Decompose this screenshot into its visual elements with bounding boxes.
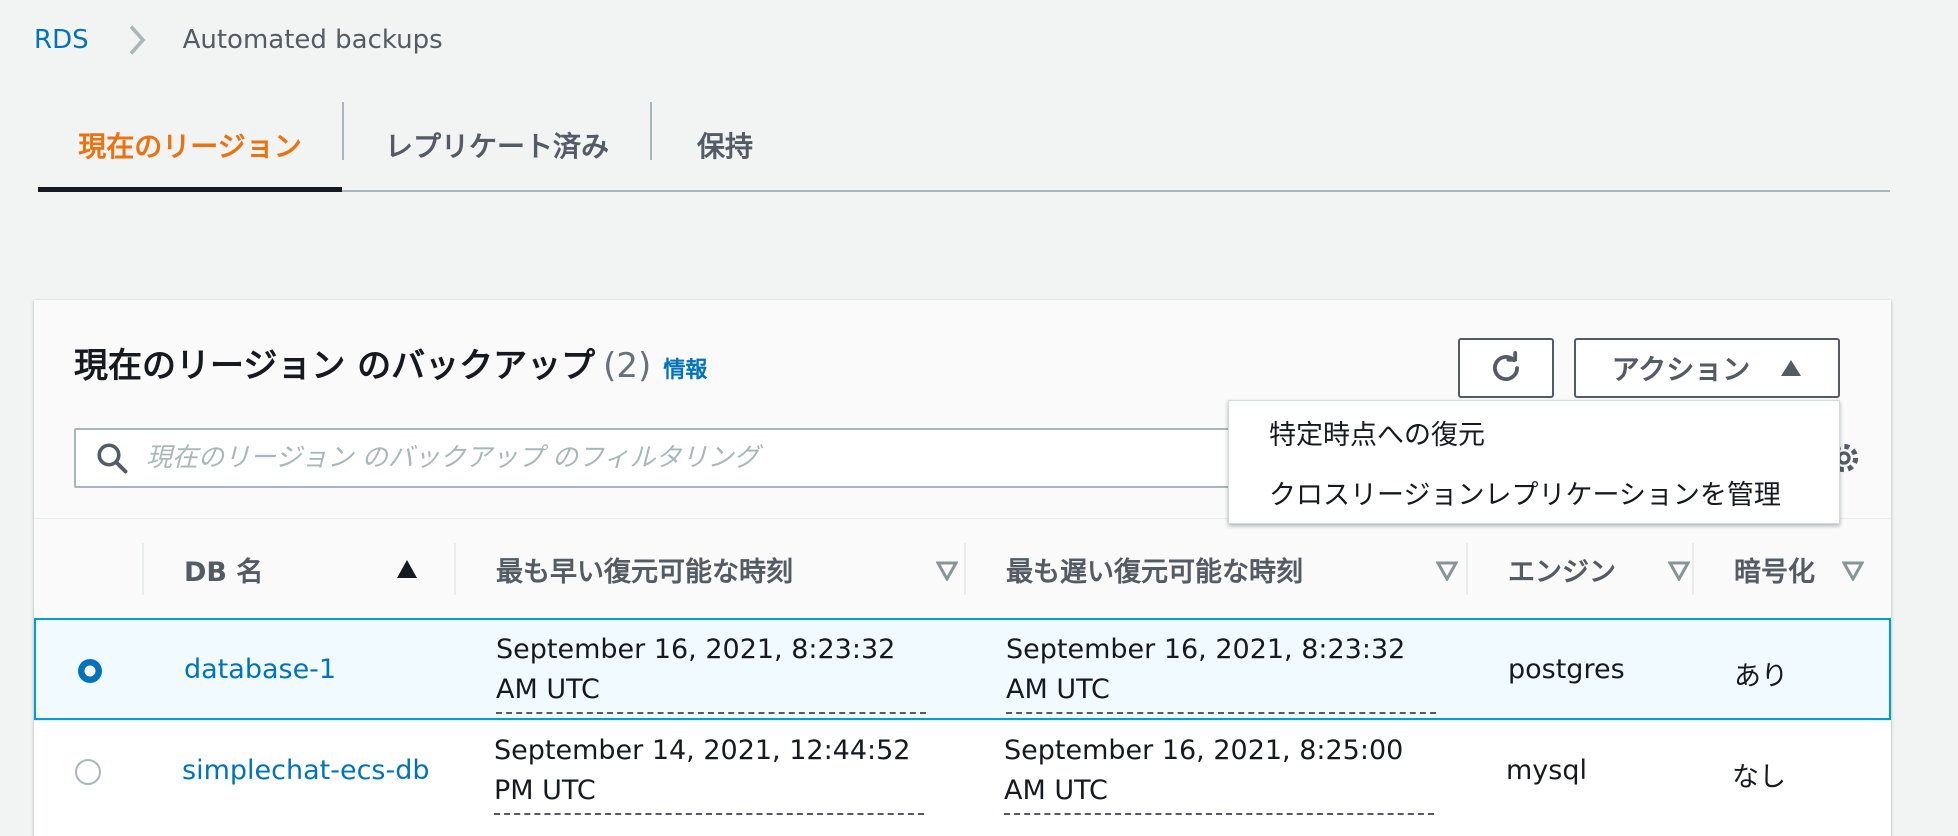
- tab-bar: 現在のリージョン レプリケート済み 保持: [38, 98, 1890, 192]
- radio-button-selected[interactable]: [76, 657, 104, 685]
- breadcrumb-rds-link[interactable]: RDS: [34, 25, 89, 55]
- column-encryption[interactable]: 暗号化: [1734, 519, 1884, 619]
- tab-retained[interactable]: 保持: [652, 98, 798, 192]
- encryption-value: あり: [1734, 661, 1788, 692]
- active-tab-indicator: [38, 187, 342, 192]
- actions-button[interactable]: アクション: [1574, 338, 1840, 398]
- column-db-name[interactable]: DB 名: [184, 519, 454, 619]
- actions-button-label: アクション: [1611, 353, 1751, 386]
- tab-current-region[interactable]: 現在のリージョン: [38, 98, 342, 192]
- column-engine-label: エンジン: [1508, 556, 1616, 588]
- column-latest-restore-label: 最も遅い復元可能な時刻: [1006, 556, 1303, 588]
- sort-ascending-icon[interactable]: [396, 559, 418, 579]
- search-icon: [97, 443, 128, 474]
- search-field: [74, 428, 1274, 488]
- table-header: DB 名 最も早い復元可能な時刻 最も遅い復元可能な時刻 エンジン 暗号化: [34, 518, 1891, 618]
- backup-count: (2): [603, 346, 652, 386]
- column-divider: [964, 543, 966, 595]
- earliest-restore-value[interactable]: September 14, 2021, 12:44:52 PM UTC: [494, 731, 924, 815]
- actions-dropdown-menu: 特定時点への復元 クロスリージョンレプリケーションを管理: [1228, 400, 1840, 524]
- sort-neutral-icon[interactable]: [1436, 561, 1458, 581]
- engine-value: postgres: [1508, 654, 1625, 685]
- earliest-restore-time: September 16, 2021, 8:23:32 AM UTC: [496, 630, 926, 714]
- table-row[interactable]: simplechat-ecs-db September 14, 2021, 12…: [34, 720, 1891, 822]
- column-encryption-label: 暗号化: [1734, 556, 1815, 588]
- menu-item-manage-cross-region-replication[interactable]: クロスリージョンレプリケーションを管理: [1269, 473, 1781, 512]
- chevron-right-icon: [129, 25, 146, 55]
- info-link[interactable]: 情報: [663, 352, 707, 384]
- sort-neutral-icon[interactable]: [936, 561, 958, 581]
- latest-restore-time: September 16, 2021, 8:23:32 AM UTC: [1006, 630, 1436, 714]
- latest-restore-value[interactable]: September 16, 2021, 8:23:32 AM UTC: [1006, 630, 1436, 714]
- column-divider: [1692, 543, 1694, 595]
- tab-replicated[interactable]: レプリケート済み: [344, 98, 650, 192]
- radio-button[interactable]: [74, 758, 102, 786]
- column-latest-restore[interactable]: 最も遅い復元可能な時刻: [1006, 519, 1466, 619]
- breadcrumb: RDS Automated backups: [34, 22, 443, 58]
- earliest-restore-time: September 14, 2021, 12:44:52 PM UTC: [494, 731, 924, 815]
- sort-neutral-icon[interactable]: [1668, 561, 1690, 581]
- column-engine[interactable]: エンジン: [1508, 519, 1694, 619]
- db-name-link[interactable]: database-1: [184, 654, 336, 685]
- caret-up-icon: [1781, 360, 1802, 376]
- engine-value: mysql: [1506, 755, 1587, 786]
- refresh-button[interactable]: [1458, 338, 1554, 398]
- search-input[interactable]: [146, 443, 1246, 473]
- refresh-icon: [1493, 351, 1519, 381]
- breadcrumb-current: Automated backups: [182, 25, 443, 55]
- panel-title: 現在のリージョン のバックアップ (2) 情報: [74, 338, 707, 387]
- table-row[interactable]: database-1 September 16, 2021, 8:23:32 A…: [34, 618, 1891, 720]
- latest-restore-value[interactable]: September 16, 2021, 8:25:00 AM UTC: [1004, 731, 1434, 815]
- sort-neutral-icon[interactable]: [1842, 561, 1864, 581]
- panel-title-text: 現在のリージョン のバックアップ: [74, 346, 596, 386]
- backups-panel: 現在のリージョン のバックアップ (2) 情報 アクション 現在のリージョン の…: [34, 300, 1891, 836]
- column-divider: [454, 543, 456, 595]
- column-divider: [142, 543, 144, 595]
- latest-restore-time: September 16, 2021, 8:25:00 AM UTC: [1004, 731, 1434, 815]
- menu-item-point-in-time-restore[interactable]: 特定時点への復元: [1269, 413, 1485, 452]
- earliest-restore-value[interactable]: September 16, 2021, 8:23:32 AM UTC: [496, 630, 926, 714]
- column-divider: [1466, 543, 1468, 595]
- column-earliest-restore[interactable]: 最も早い復元可能な時刻: [496, 519, 964, 619]
- column-earliest-restore-label: 最も早い復元可能な時刻: [496, 556, 793, 588]
- db-name-link[interactable]: simplechat-ecs-db: [182, 755, 430, 786]
- column-db-name-label: DB 名: [184, 556, 264, 588]
- encryption-value: なし: [1732, 762, 1786, 793]
